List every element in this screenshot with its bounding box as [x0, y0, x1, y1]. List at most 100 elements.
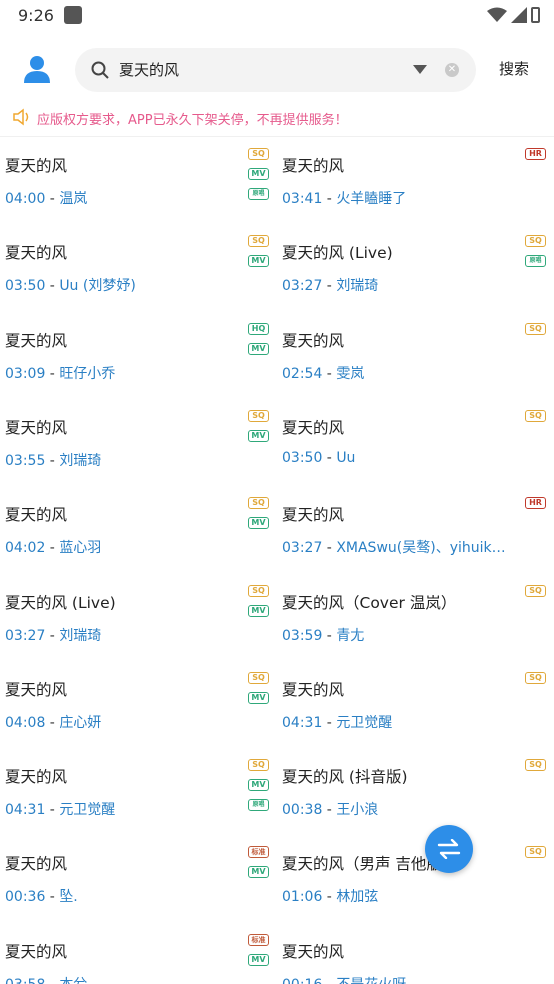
separator: - [322, 802, 337, 819]
song-item[interactable]: 夏天的风 (抖音版) 00:38 - 王小浪 SQ [277, 751, 553, 838]
song-artist[interactable]: 本兮 [59, 977, 87, 984]
separator: - [322, 191, 337, 207]
song-item[interactable]: 夏天的风 03:27 - XMASwu(吴骜)、yihuik… HR [277, 489, 553, 576]
song-artist[interactable]: XMASwu(吴骜)、yihuik… [336, 540, 505, 556]
song-artist[interactable]: Uu [336, 450, 355, 466]
song-artist[interactable]: 旺仔小乔 [59, 366, 115, 382]
song-artist[interactable]: 蓝心羽 [59, 540, 101, 556]
quality-badges: SQ [525, 846, 547, 866]
song-item[interactable]: 夏天的风 03:41 - 火羊瞌睡了 HR [277, 140, 553, 227]
song-artist[interactable]: 林加弦 [336, 889, 378, 905]
song-title: 夏天的风 (抖音版) [282, 768, 408, 787]
song-artist[interactable]: 火羊瞌睡了 [336, 191, 406, 207]
song-artist[interactable]: 王小浪 [336, 802, 378, 818]
badge-mv[interactable]: MV [248, 953, 269, 966]
song-duration: 04:31 [5, 802, 46, 819]
song-artist[interactable]: 刘瑞琦 [336, 278, 378, 294]
quality-badges: SQ 原唱 [525, 235, 547, 275]
badge-mv[interactable]: MV [248, 168, 269, 180]
song-subtitle: 04:31 - 元卫觉醒 [282, 712, 392, 732]
song-artist[interactable]: Uu (刘梦妤) [59, 278, 136, 294]
badge-standard: 标准 [248, 846, 269, 859]
song-title: 夏天的风（Cover 温岚） [282, 593, 457, 612]
song-subtitle: 03:41 - 火羊瞌睡了 [282, 188, 406, 208]
song-subtitle: 03:27 - XMASwu(吴骜)、yihuik… [282, 537, 506, 557]
song-item[interactable]: 夏天的风 04:08 - 庄心妍 SQ MV [0, 664, 276, 751]
song-artist[interactable]: 雯岚 [336, 366, 364, 382]
badge-mv[interactable]: MV [248, 255, 269, 268]
notice-text: 应版权方要求，APP已永久下架关停，不再提供服务！ [37, 113, 348, 128]
badge-hr: HR [525, 497, 546, 510]
badge-mv[interactable]: MV [248, 429, 269, 442]
song-item[interactable]: 夏天的风 03:09 - 旺仔小乔 HQ MV [0, 315, 276, 402]
song-item[interactable]: 夏天的风（男声 吉他版） 01:06 - 林加弦 SQ [277, 838, 553, 925]
quality-badges: SQ MV [248, 235, 270, 275]
clear-icon[interactable]: ✕ [445, 63, 459, 77]
quality-badges: SQ MV [248, 671, 270, 712]
song-item[interactable]: 夏天的风 04:31 - 元卫觉醒 SQ MV 原唱 [0, 751, 276, 838]
search-box[interactable]: ✕ [75, 48, 476, 92]
song-duration: 03:55 [5, 452, 46, 469]
quality-badges: SQ [525, 409, 547, 430]
song-title: 夏天的风 [5, 331, 68, 350]
song-artist[interactable]: 元卫觉醒 [336, 715, 392, 731]
badge-mv[interactable]: MV [248, 517, 269, 530]
song-artist[interactable]: 刘瑞琦 [59, 453, 101, 469]
battery-icon [531, 7, 540, 23]
song-title: 夏天的风 [282, 506, 345, 525]
song-artist[interactable]: 元卫觉醒 [59, 802, 115, 818]
song-item[interactable]: 夏天的风 02:54 - 雯岚 SQ [277, 315, 553, 402]
song-title: 夏天的风 [5, 157, 68, 175]
song-item[interactable]: 夏天的风 03:58 - 本兮 标准 MV [0, 926, 276, 984]
song-artist[interactable]: 庄心妍 [59, 715, 101, 731]
song-item[interactable]: 夏天的风 00:16 - 不是花火呀 [277, 926, 553, 984]
song-artist[interactable]: 不是花火呀 [336, 977, 406, 984]
separator: - [322, 714, 337, 731]
status-bar: 9:26 [0, 0, 554, 32]
badge-mv[interactable]: MV [248, 691, 269, 704]
badge-sq: SQ [525, 759, 546, 772]
song-artist[interactable]: 坠. [59, 889, 77, 905]
separator: - [45, 452, 60, 469]
song-subtitle: 03:09 - 旺仔小乔 [5, 363, 115, 383]
badge-original: 原唱 [248, 799, 269, 812]
quality-badges: HQ MV [248, 322, 270, 363]
user-avatar-icon[interactable] [22, 54, 52, 84]
song-item[interactable]: 夏天的风 00:36 - 坠. 标准 MV [0, 838, 276, 925]
song-artist[interactable]: 温岚 [59, 191, 87, 207]
song-duration: 03:58 [5, 977, 45, 984]
search-input[interactable] [119, 48, 399, 92]
quality-badges: SQ [525, 322, 547, 343]
badge-mv[interactable]: MV [248, 866, 269, 879]
separator: - [45, 278, 60, 295]
song-item[interactable]: 夏天的风 04:02 - 蓝心羽 SQ MV [0, 489, 276, 576]
song-duration: 04:02 [5, 540, 46, 557]
song-title: 夏天的风 [5, 506, 68, 525]
song-item[interactable]: 夏天的风 04:31 - 元卫觉醒 SQ [277, 664, 553, 751]
song-item[interactable]: 夏天的风 (Live) 03:27 - 刘瑞琦 SQ 原唱 [277, 227, 553, 314]
song-item[interactable]: 夏天的风 03:50 - Uu (刘梦妤) SQ MV [0, 227, 276, 314]
song-item[interactable]: 夏天的风 03:50 - Uu SQ [277, 402, 553, 489]
song-item[interactable]: 夏天的风（Cover 温岚） 03:59 - 青尢 SQ [277, 577, 553, 664]
switch-fab-button[interactable] [425, 825, 473, 873]
song-title: 夏天的风 [5, 942, 68, 961]
badge-mv[interactable]: MV [248, 604, 269, 617]
quality-badges: SQ [525, 759, 547, 779]
song-item[interactable]: 夏天的风 03:55 - 刘瑞琦 SQ MV [0, 402, 276, 489]
song-item[interactable]: 夏天的风 (Live) 03:27 - 刘瑞琦 SQ MV [0, 577, 276, 664]
badge-mv[interactable]: MV [248, 779, 269, 792]
badge-sq: SQ [525, 409, 546, 422]
quality-badges: SQ [525, 671, 547, 692]
dropdown-arrow-icon[interactable] [413, 65, 427, 74]
song-artist[interactable]: 刘瑞琦 [59, 628, 101, 644]
song-item[interactable]: 夏天的风 04:00 - 温岚 SQ MV 原唱 [0, 140, 276, 227]
song-duration: 03:50 [5, 278, 46, 295]
quality-badges: 标准 MV [248, 933, 270, 974]
song-subtitle: 03:55 - 刘瑞琦 [5, 450, 101, 470]
song-artist[interactable]: 青尢 [336, 628, 364, 644]
badge-mv[interactable]: MV [248, 342, 269, 355]
search-button[interactable]: 搜索 [499, 58, 529, 79]
badge-original: 原唱 [525, 255, 546, 268]
search-icon [91, 61, 109, 79]
cellular-icon [511, 7, 527, 23]
